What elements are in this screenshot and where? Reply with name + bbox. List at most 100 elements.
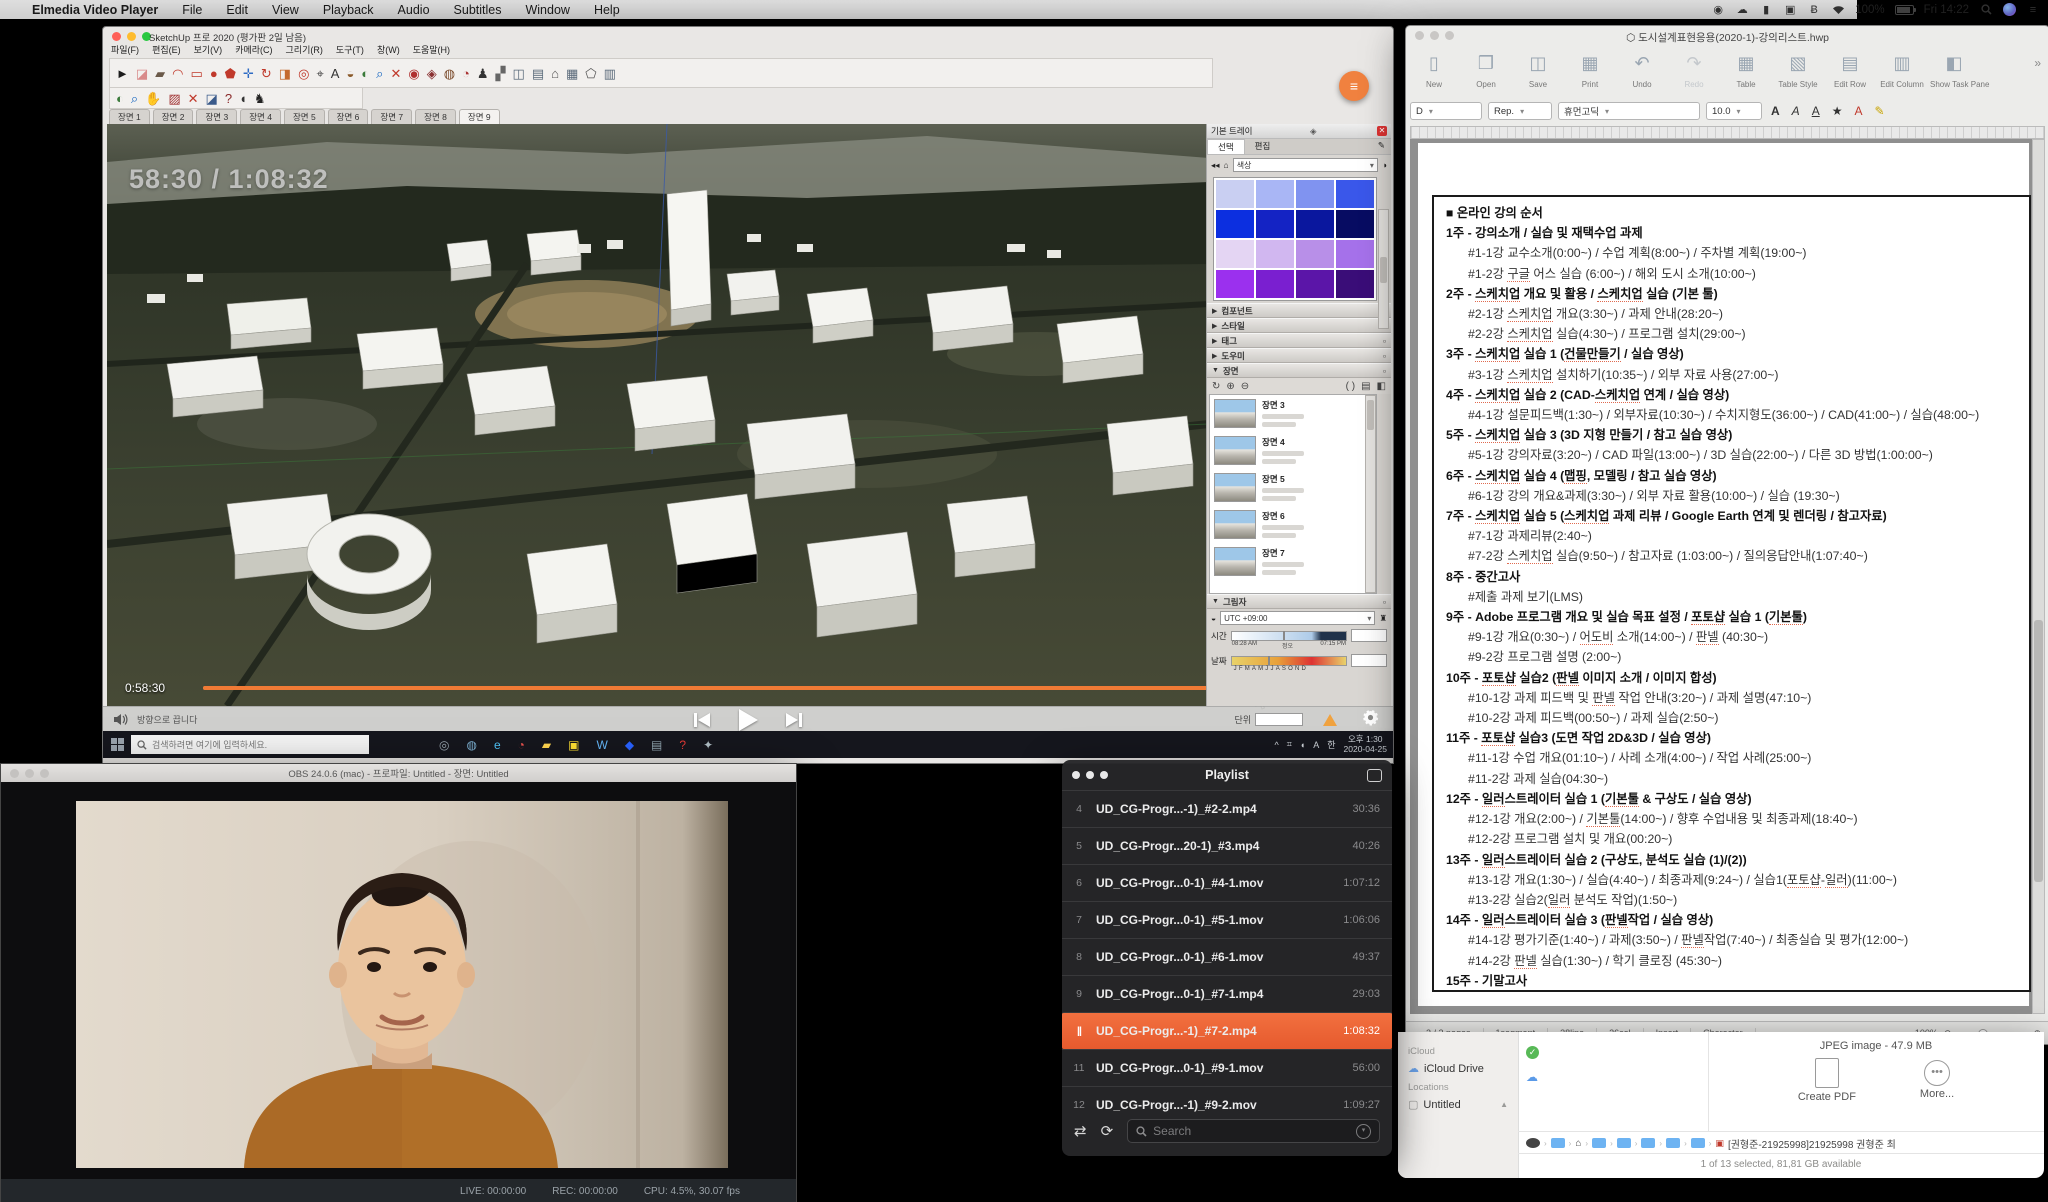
folder-crumb-icon[interactable] [1641,1138,1655,1148]
tray-section-collapsed[interactable]: ▶스타일▫ [1207,318,1391,333]
folder-crumb-icon[interactable] [1666,1138,1680,1148]
color-swatch[interactable] [1336,210,1374,238]
taskbar-app-icon[interactable]: ◎ [439,739,449,751]
menu-item[interactable]: Window [525,3,569,17]
tray-close-icon[interactable]: ✕ [1377,126,1387,136]
settings-gear-icon[interactable] [1362,709,1379,731]
tool-icon[interactable]: ⌖ [316,67,323,80]
menu-clock[interactable]: Fri 14:22 [1924,4,1969,16]
tab-select[interactable]: 선택 [1207,139,1245,154]
more-button[interactable]: •••More... [1920,1058,1954,1103]
menu-item[interactable]: Playback [323,3,374,17]
tab-edit[interactable]: 편집 [1245,139,1281,154]
color-swatch[interactable] [1296,270,1334,298]
menu-item[interactable]: View [272,3,299,17]
tray-section-shadows[interactable]: ▼그림자▫ [1207,594,1391,609]
wifi-icon[interactable] [1831,3,1845,17]
style-combo[interactable]: D [1410,102,1482,120]
tool-icon[interactable]: ? [225,92,232,105]
scene-detail-icon[interactable]: ◧ [1377,381,1386,392]
player-menu-button[interactable]: ≡ [1339,71,1369,101]
taskbar-clock[interactable]: 오후 1:302020-04-25 [1344,735,1387,755]
sketchup-menu-item[interactable]: 카메라(C) [235,43,272,56]
scene-tab[interactable]: 장면 4 [240,109,281,124]
font-combo[interactable]: 휴먼고딕 [1558,102,1700,120]
time-input[interactable] [1351,629,1387,642]
color-swatch[interactable] [1336,240,1374,268]
italic-button[interactable]: A [1792,104,1800,118]
color-swatch[interactable] [1336,180,1374,208]
bold-button[interactable]: A [1771,104,1780,118]
tool-icon[interactable]: ◨ [279,67,291,80]
time-slider[interactable]: 08:28 AM 정오 07:15 PM [1231,631,1347,641]
document-text-box[interactable]: ■ 온라인 강의 순서1주 - 강의소개 / 실습 및 재택수업 과제#1-1강… [1432,195,2031,992]
seek-bar[interactable]: 0:58:30 58:30 1:08:32 [103,675,1393,701]
tool-icon[interactable]: ▰ [155,67,165,80]
create-pdf-button[interactable]: Create PDF [1798,1058,1856,1103]
scene-list-item[interactable]: 장면 3 [1210,395,1376,432]
sketchup-menu-item[interactable]: 보기(V) [194,43,223,56]
scene-view-icon[interactable]: ▤ [1361,381,1370,392]
eyedropper-icon[interactable]: ✎ [1372,139,1391,154]
playlist-row[interactable]: 8 UD_CG-Progr...0-1)_#6-1.mov 49:37 [1062,938,1392,975]
bluetooth-icon[interactable]: Ƀ [1807,3,1821,17]
color-swatch[interactable] [1216,180,1254,208]
taskbar-app-icon[interactable]: ▤ [651,739,662,751]
tray-lang-label[interactable]: A [1313,740,1319,750]
pin-icon[interactable]: ◈ [1310,126,1317,137]
toolbar-button[interactable]: ▦Table [1722,52,1770,92]
play-button[interactable] [737,708,759,732]
tray-section-collapsed[interactable]: ▶도우미▫ [1207,348,1391,363]
scene-list-item[interactable]: 장면 7 [1210,543,1376,580]
obs-preview-canvas[interactable] [1,782,796,1179]
tray-section-collapsed[interactable]: ▶태그▫ [1207,333,1391,348]
folder-crumb-icon[interactable] [1691,1138,1705,1148]
next-track-button[interactable] [785,712,803,728]
home-icon[interactable]: ⌂ [1224,160,1229,170]
tool-icon[interactable]: ◒ [346,67,354,80]
windows-search-box[interactable]: 검색하려면 여기에 입력하세요. [131,735,369,754]
disk-crumb-icon[interactable] [1526,1138,1540,1148]
tool-icon[interactable]: ⌕ [376,67,383,80]
tray-chevron-icon[interactable]: ^ [1274,740,1278,750]
tool-icon[interactable]: ▤ [532,67,544,80]
sketchup-menu-item[interactable]: 도움말(H) [413,43,450,56]
taskbar-app-icon[interactable]: ▰ [542,739,551,751]
window-controls[interactable] [112,32,151,41]
scene-list-scrollbar[interactable] [1365,395,1376,593]
color-swatch[interactable] [1216,240,1254,268]
color-wheel-icon[interactable]: ◑ [1382,160,1387,170]
battery-icon[interactable] [1895,5,1914,15]
utc-combo[interactable]: UTC +09:00 [1220,611,1375,625]
toolbar-button[interactable]: ◧Show Task Pane [1930,52,1978,92]
spotlight-icon[interactable] [1979,3,1993,17]
color-swatch[interactable] [1256,240,1294,268]
notification-center-icon[interactable]: ≡ [2026,3,2040,17]
taskbar-app-icon[interactable]: ? [679,739,686,751]
tool-icon[interactable]: ◔ [462,67,470,80]
tool-icon[interactable]: ♞ [254,92,266,105]
shadow-toggle-icon[interactable]: ◒ [1211,613,1216,623]
scene-tab[interactable]: 장면 5 [284,109,325,124]
toolbar-button[interactable]: ▦Print [1566,52,1614,92]
display-icon[interactable]: ▣ [1783,3,1797,17]
tool-icon[interactable]: ▨ [168,92,180,105]
taskbar-app-icon[interactable]: ◆ [625,739,634,751]
siri-icon[interactable] [2003,3,2016,16]
material-type-combo[interactable]: 색상 [1233,158,1378,172]
tool-icon[interactable]: ↻ [261,67,272,80]
toolbar-button[interactable]: ↷Redo [1670,52,1718,92]
refresh-scene-icon[interactable]: ↻ [1212,381,1220,392]
tool-icon[interactable]: A [331,67,340,80]
measure-box[interactable] [1255,713,1303,726]
shadow-bulb-icon[interactable]: ♜ [1379,613,1387,624]
tool-icon[interactable]: ◪ [206,92,218,105]
back-arrow-icon[interactable]: ◂◂ [1211,160,1220,171]
scene-tab[interactable]: 장면 1 [109,109,150,124]
document-scrollbar[interactable] [2032,139,2045,1014]
tray-ime-label[interactable]: 한 [1327,738,1335,751]
toolbar-button[interactable]: ❒Open [1462,52,1510,92]
pip-icon[interactable] [1367,769,1382,782]
tool-icon[interactable]: ✋ [145,92,161,105]
playlist-row[interactable]: 7 UD_CG-Progr...0-1)_#5-1.mov 1:06:06 [1062,901,1392,938]
